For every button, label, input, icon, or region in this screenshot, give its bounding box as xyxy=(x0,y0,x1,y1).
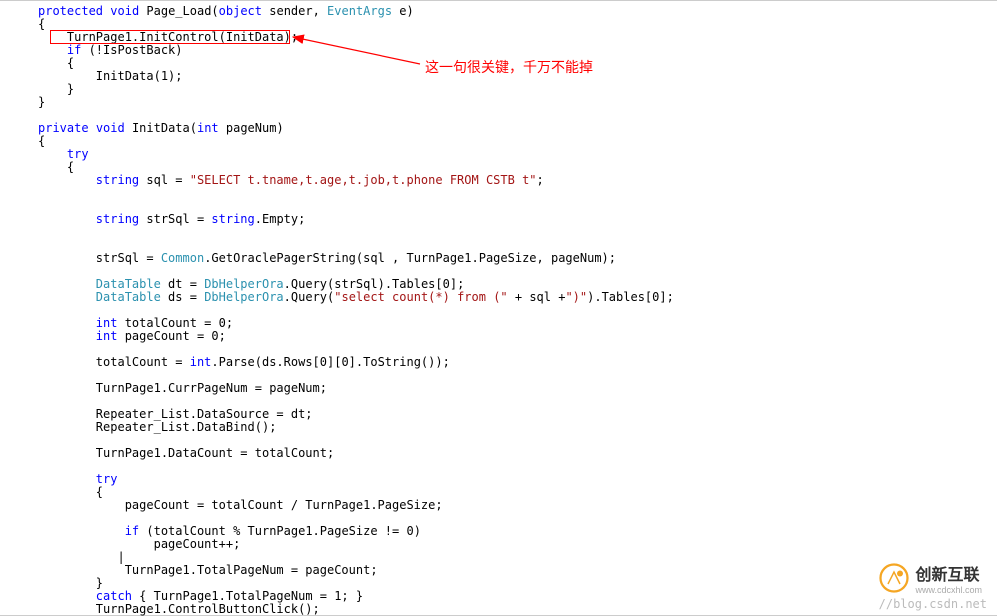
code-text: { xyxy=(38,56,74,70)
code-text: { TurnPage1.TotalPageNum = 1; } xyxy=(132,589,363,603)
code-text: dt = xyxy=(161,277,204,291)
code-text: ).Tables[0]; xyxy=(587,290,674,304)
code-text: (totalCount % TurnPage1.PageSize != 0) xyxy=(139,524,421,538)
code-text: { xyxy=(38,485,103,499)
code-text: .Query( xyxy=(284,290,335,304)
keyword: try xyxy=(96,472,118,486)
code-text: } xyxy=(38,82,74,96)
logo-subtext: www.cdcxhl.com xyxy=(915,585,982,595)
keyword: void xyxy=(110,4,139,18)
code-text: ds = xyxy=(161,290,204,304)
keyword: object xyxy=(219,4,262,18)
code-text: ; xyxy=(537,173,544,187)
string-literal: "select count(*) from (" xyxy=(334,290,507,304)
code-text: pageCount = 0; xyxy=(117,329,225,343)
keyword: string xyxy=(96,173,139,187)
type-name: DataTable xyxy=(96,290,161,304)
code-text: sender, xyxy=(262,4,327,18)
code-text: TurnPage1.InitControl(InitData); xyxy=(38,30,298,44)
type-name: DataTable xyxy=(96,277,161,291)
code-editor[interactable]: protected void Page_Load(object sender, … xyxy=(0,1,997,616)
code-text: Repeater_List.DataBind(); xyxy=(38,420,276,434)
code-text: + sql + xyxy=(508,290,566,304)
keyword: catch xyxy=(96,589,132,603)
logo-text: 创新互联 xyxy=(915,561,982,585)
logo-icon xyxy=(879,563,909,593)
keyword: string xyxy=(211,212,254,226)
code-text: } xyxy=(38,576,103,590)
code-text: { xyxy=(38,17,45,31)
code-text: pageNum) xyxy=(219,121,284,135)
code-text: pageCount++; xyxy=(38,537,240,551)
type-name: DbHelperOra xyxy=(204,277,283,291)
code-text: TurnPage1.DataCount = totalCount; xyxy=(38,446,334,460)
code-text: .Query(strSql).Tables[0]; xyxy=(284,277,465,291)
code-text: sql = xyxy=(139,173,190,187)
keyword: if xyxy=(67,43,81,57)
string-literal: ")" xyxy=(565,290,587,304)
code-text: InitData( xyxy=(125,121,197,135)
keyword: int xyxy=(96,316,118,330)
code-text: TurnPage1.TotalPageNum = pageCount; xyxy=(38,563,378,577)
code-text: strSql = xyxy=(38,251,161,265)
keyword: private xyxy=(38,121,89,135)
watermark: //blog.csdn.net xyxy=(879,597,987,611)
code-text: strSql = xyxy=(139,212,211,226)
code-text: Page_Load( xyxy=(139,4,218,18)
code-text: .GetOraclePagerString(sql , TurnPage1.Pa… xyxy=(204,251,616,265)
keyword: protected xyxy=(38,4,103,18)
code-text: InitData(1); xyxy=(38,69,183,83)
brand-logo: 创新互联 www.cdcxhl.com xyxy=(879,561,982,595)
code-text: .Parse(ds.Rows[0][0].ToString()); xyxy=(211,355,449,369)
keyword: string xyxy=(96,212,139,226)
code-text: (!IsPostBack) xyxy=(81,43,182,57)
type-name: Common xyxy=(161,251,204,265)
code-text: TurnPage1.CurrPageNum = pageNum; xyxy=(38,381,327,395)
keyword: void xyxy=(96,121,125,135)
string-literal: "SELECT t.tname,t.age,t.job,t.phone FROM… xyxy=(190,173,537,187)
code-text: { xyxy=(38,134,45,148)
code-text: .Empty; xyxy=(255,212,306,226)
code-text: TurnPage1.ControlButtonClick(); xyxy=(38,602,320,616)
code-text: e) xyxy=(392,4,414,18)
annotation-text: 这一句很关键，千万不能掉 xyxy=(425,57,593,77)
code-text: } xyxy=(38,95,45,109)
code-text: | xyxy=(38,550,125,564)
type-name: EventArgs xyxy=(327,4,392,18)
keyword: if xyxy=(125,524,139,538)
type-name: DbHelperOra xyxy=(204,290,283,304)
keyword: try xyxy=(67,147,89,161)
code-text: totalCount = xyxy=(38,355,190,369)
code-text: Repeater_List.DataSource = dt; xyxy=(38,407,313,421)
code-text: pageCount = totalCount / TurnPage1.PageS… xyxy=(38,498,443,512)
keyword: int xyxy=(190,355,212,369)
keyword: int xyxy=(96,329,118,343)
code-text: { xyxy=(38,160,74,174)
keyword: int xyxy=(197,121,219,135)
code-text: totalCount = 0; xyxy=(117,316,233,330)
